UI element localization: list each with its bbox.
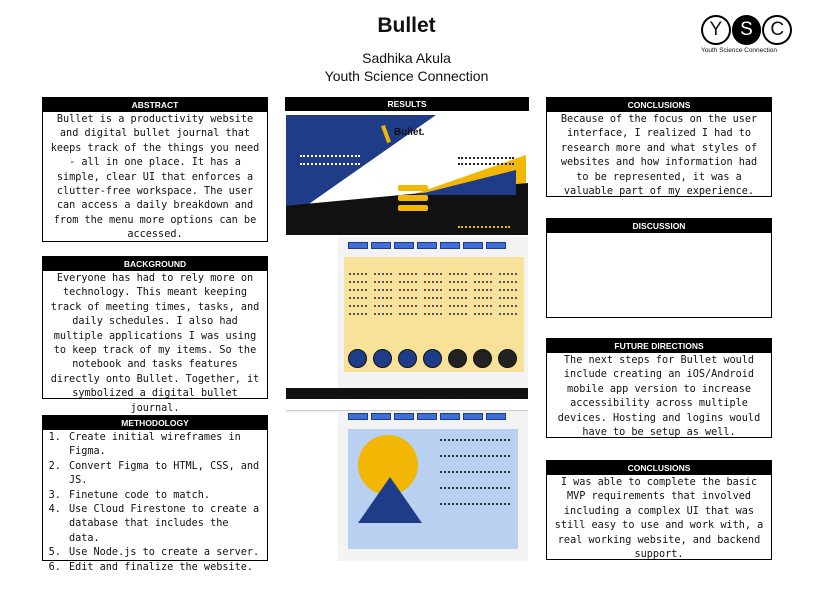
day-column xyxy=(472,257,494,372)
day-column xyxy=(422,257,444,372)
nav-tab xyxy=(417,242,437,249)
daily-nav-tabs xyxy=(348,413,509,420)
results-heading: RESULTS xyxy=(285,97,529,111)
daily-text-placeholder xyxy=(440,439,510,519)
daily-top-bar xyxy=(286,401,528,411)
ysc-logo: Y S C Youth Science Connection xyxy=(701,15,793,57)
logo-letter-y: Y xyxy=(701,15,731,45)
time-column xyxy=(286,413,338,561)
day-progress-dot xyxy=(373,349,392,368)
logo-letter-s: S xyxy=(731,15,762,45)
discussion-heading: DISCUSSION xyxy=(547,219,771,233)
organization-name: Youth Science Connection xyxy=(324,68,489,84)
nav-tab xyxy=(371,242,391,249)
nav-tab xyxy=(417,413,437,420)
abstract-text: Bullet is a productivity website and dig… xyxy=(50,114,260,241)
day-column xyxy=(447,257,469,372)
weekly-nav-tabs xyxy=(348,242,509,249)
daily-view-screenshot xyxy=(286,401,528,561)
nav-tab xyxy=(463,413,483,420)
hero-button xyxy=(398,195,428,201)
daily-panel xyxy=(348,429,518,549)
methodology-step: Convert Figma to HTML, CSS, and JS. xyxy=(67,460,263,489)
nav-tab xyxy=(348,413,368,420)
day-column xyxy=(397,257,419,372)
conclusions-text: Because of the focus on the user interfa… xyxy=(560,114,758,198)
logo-letter-c: C xyxy=(762,15,793,45)
week-grid xyxy=(344,257,524,372)
day-column xyxy=(347,257,369,372)
future-directions-section: FUTURE DIRECTIONS The next steps for Bul… xyxy=(546,338,772,438)
author-name: Sadhika Akula xyxy=(362,50,451,66)
methodology-step: Use Cloud Firestone to create a database… xyxy=(67,503,263,546)
methodology-step: Edit and finalize the website. xyxy=(67,561,263,575)
methodology-step: Finetune code to match. xyxy=(67,489,263,503)
hero-right-text-placeholder xyxy=(458,157,514,165)
background-text: Everyone has had to rely more on technol… xyxy=(50,273,260,414)
day-progress-dot xyxy=(448,349,467,368)
logo-tagline: Youth Science Connection xyxy=(701,47,778,54)
day-column xyxy=(372,257,394,372)
day-progress-dot xyxy=(423,349,442,368)
nav-tab xyxy=(394,413,414,420)
methodology-step: Use Node.js to create a server. xyxy=(67,546,263,560)
conclusions-heading: CONCLUSIONS xyxy=(547,461,771,475)
abstract-section: ABSTRACT Bullet is a productivity websit… xyxy=(42,97,268,242)
conclusions-text: I was able to complete the basic MVP req… xyxy=(554,477,764,561)
conclusions-heading: CONCLUSIONS xyxy=(547,98,771,112)
future-directions-heading: FUTURE DIRECTIONS xyxy=(547,339,771,353)
day-progress-dot xyxy=(348,349,367,368)
footer-text-placeholder xyxy=(458,226,510,229)
hero-button xyxy=(398,185,428,191)
hero-left-text-placeholder xyxy=(300,155,360,165)
methodology-step: Create initial wireframes in Figma. xyxy=(67,431,263,460)
background-section: BACKGROUND Everyone has had to rely more… xyxy=(42,256,268,414)
day-progress-dot xyxy=(398,349,417,368)
nav-tab xyxy=(371,413,391,420)
background-heading: BACKGROUND xyxy=(43,257,267,271)
nav-tab xyxy=(486,242,506,249)
methodology-heading: METHODOLOGY xyxy=(43,416,267,430)
day-progress-dot xyxy=(473,349,492,368)
app-brand: Bullet. xyxy=(394,127,425,138)
future-directions-text: The next steps for Bullet would include … xyxy=(557,355,761,439)
nav-tab xyxy=(486,413,506,420)
nav-tab xyxy=(440,242,460,249)
nav-tab xyxy=(394,242,414,249)
nav-tab xyxy=(440,413,460,420)
abstract-heading: ABSTRACT xyxy=(43,98,267,112)
methodology-steps: Create initial wireframes in Figma. Conv… xyxy=(43,430,267,575)
landing-page-screenshot: Bullet. xyxy=(286,115,528,235)
nav-tab xyxy=(463,242,483,249)
day-progress-dot xyxy=(498,349,517,368)
methodology-section: METHODOLOGY Create initial wireframes in… xyxy=(42,415,268,573)
conclusions-section-1: CONCLUSIONS Because of the focus on the … xyxy=(546,97,772,197)
hero-footer xyxy=(286,221,528,235)
nav-tab xyxy=(348,242,368,249)
hero-button xyxy=(398,205,428,211)
poster-title: Bullet xyxy=(377,14,436,37)
time-column xyxy=(286,237,338,399)
day-column xyxy=(497,257,519,372)
discussion-section: DISCUSSION xyxy=(546,218,772,318)
conclusions-section-2: CONCLUSIONS I was able to complete the b… xyxy=(546,460,772,560)
weekly-bottom-bar xyxy=(286,388,528,399)
discussion-text xyxy=(547,233,771,234)
daily-blue-triangle xyxy=(358,477,422,523)
weekly-view-screenshot xyxy=(286,237,528,399)
